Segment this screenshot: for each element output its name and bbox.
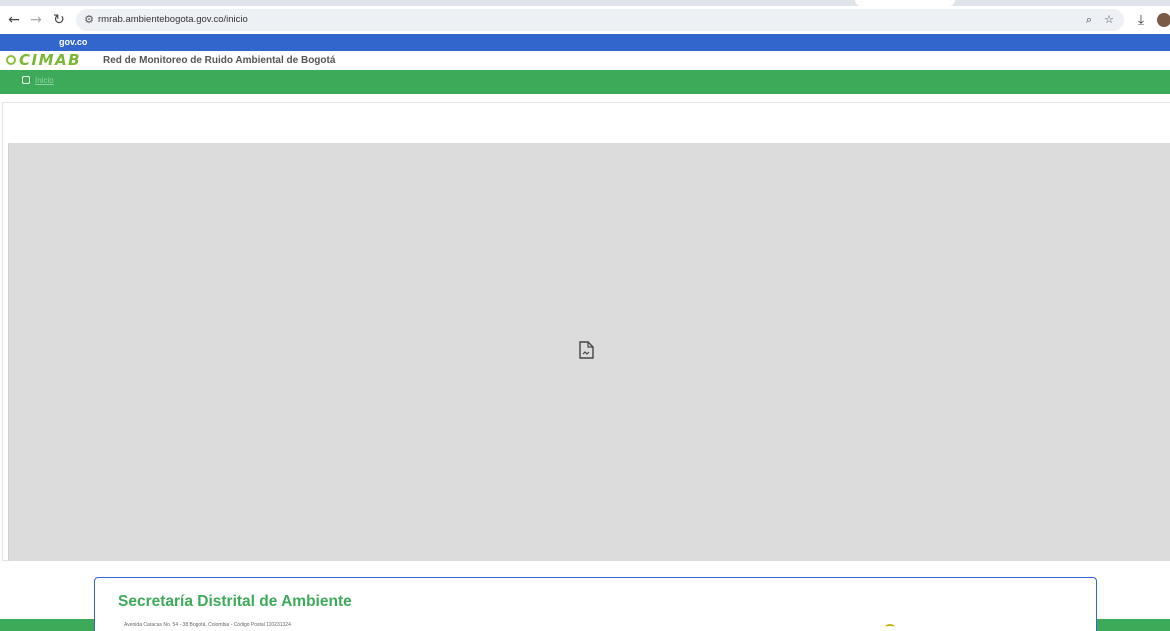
gov-bar: gov.co (0, 34, 1170, 51)
forward-icon[interactable]: → (28, 12, 44, 28)
gov-co-logo[interactable]: gov.co (59, 36, 87, 48)
footer-logo-icon (885, 624, 895, 630)
address-bar[interactable]: ⚙ rmrab.ambientebogota.gov.co/inicio ⌕ ☆ (76, 9, 1124, 31)
footer-card: Secretaría Distrital de Ambiente Avenida… (94, 577, 1097, 631)
avatar[interactable] (1157, 13, 1170, 27)
footer-title: Secretaría Distrital de Ambiente (118, 593, 352, 610)
reload-icon[interactable]: ↻ (51, 12, 67, 28)
site-header: CIMAB Red de Monitoreo de Ruido Ambienta… (0, 51, 1170, 70)
broken-image-icon (579, 341, 594, 359)
browser-toolbar: ← → ↻ ⚙ rmrab.ambientebogota.gov.co/inic… (0, 6, 1170, 34)
site-info-icon[interactable]: ⚙ (82, 13, 96, 27)
home-icon[interactable] (22, 76, 30, 84)
download-icon[interactable]: ⤓ (1133, 12, 1149, 28)
logo-mark-icon (6, 55, 16, 65)
url-text[interactable]: rmrab.ambientebogota.gov.co/inicio (98, 13, 248, 27)
bookmark-star-icon[interactable]: ☆ (1102, 13, 1116, 27)
footer-address: Avenida Caracas No. 54 - 38 Bogotá, Colo… (124, 622, 291, 628)
nav-link-inicio[interactable]: Inicio (35, 75, 54, 87)
main-nav: Inicio (0, 70, 1170, 94)
cimab-logo[interactable]: CIMAB (19, 51, 81, 69)
site-title: Red de Monitoreo de Ruido Ambiental de B… (103, 55, 336, 66)
back-icon[interactable]: ← (6, 12, 22, 28)
zoom-icon[interactable]: ⌕ (1082, 13, 1096, 27)
